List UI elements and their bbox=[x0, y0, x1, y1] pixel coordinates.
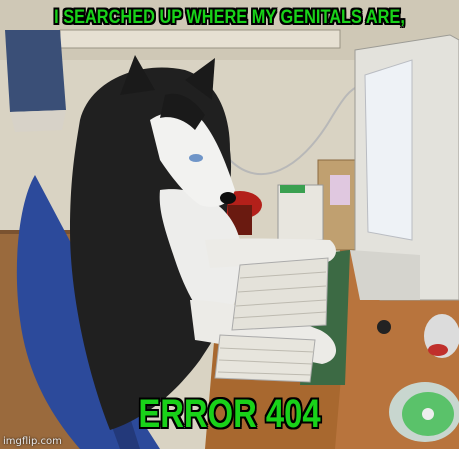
top-caption: I SEARCHED UP WHERE MY GENITALS ARE, bbox=[54, 7, 405, 28]
meme-image: I SEARCHED UP WHERE MY GENITALS ARE, ERR… bbox=[0, 0, 459, 449]
bottom-caption: ERROR 404 bbox=[138, 392, 321, 436]
husky-at-computer-photo bbox=[0, 0, 459, 449]
imgflip-watermark: imgflip.com bbox=[3, 436, 62, 447]
